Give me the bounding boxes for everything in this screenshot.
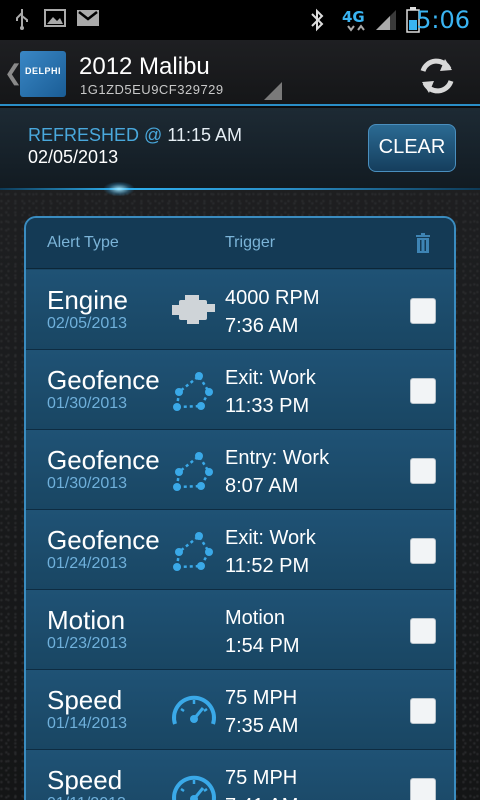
refreshed-prefix: REFRESHED @ — [28, 125, 163, 145]
alert-time: 7:36 AM — [225, 315, 299, 337]
alert-row[interactable]: Geofence 01/24/2013 Exit: Work 11:52 PM — [26, 510, 454, 590]
alert-type: Motion — [47, 605, 126, 635]
alert-row[interactable]: Speed01/11/2013 75 MPH 7:41 AM — [26, 750, 454, 800]
alert-time: 7:35 AM — [225, 715, 299, 737]
alert-date: 02/05/2013 — [47, 315, 128, 332]
alert-date: 01/24/2013 — [47, 555, 128, 572]
geofence-icon — [169, 366, 219, 414]
image-icon — [44, 9, 66, 27]
alert-trigger: Motion — [225, 607, 286, 629]
alert-time: 11:33 PM — [225, 395, 310, 417]
refreshed-time: 11:15 AM — [167, 125, 243, 145]
alert-time: 7:41 AM — [225, 795, 298, 800]
refreshed-date: 02/05/2013 — [28, 147, 119, 167]
alert-type: Engine — [47, 285, 128, 315]
column-alert-type: Alert Type — [47, 234, 119, 251]
geofence-icon — [169, 526, 219, 574]
engine-icon — [169, 286, 219, 334]
alert-time: 11:52 PM — [225, 555, 310, 577]
alert-trigger: 4000 RPM — [225, 287, 320, 309]
alert-trigger: Exit: Work — [225, 527, 316, 549]
alert-date: 01/11/2013 — [47, 795, 126, 800]
logo-text: DELPHI — [24, 66, 61, 76]
alert-time: 8:07 AM — [225, 475, 299, 497]
vehicle-dropdown-icon[interactable] — [264, 82, 282, 100]
alert-select-checkbox[interactable] — [410, 778, 436, 800]
alert-type: Geofence — [47, 365, 160, 395]
alert-trigger: 75 MPH — [225, 767, 298, 789]
clear-button[interactable]: CLEAR — [368, 124, 456, 172]
4g-icon: 4G — [342, 8, 365, 32]
refresh-icon[interactable] — [414, 53, 460, 99]
alert-date: 01/23/2013 — [47, 635, 128, 652]
glow-highlight — [104, 182, 134, 196]
alert-row[interactable]: Geofence 01/30/2013 Exit: Work 11:33 PM — [26, 350, 454, 430]
alert-type: Geofence — [47, 445, 160, 475]
alert-date: 01/30/2013 — [47, 475, 128, 492]
status-bar: 4G 5:06 — [0, 0, 480, 40]
vehicle-vin: 1G1ZD5EU9CF329729 — [80, 82, 224, 97]
gmail-icon — [77, 10, 99, 26]
alert-select-checkbox[interactable] — [410, 538, 436, 564]
alert-type: Geofence — [47, 525, 160, 555]
refreshed-label: REFRESHED @ 11:15 AM — [28, 125, 242, 146]
alerts-panel: Alert Type Trigger Engine 02/05/2013 4000 … — [24, 216, 456, 800]
alert-date: 01/30/2013 — [47, 395, 128, 412]
delphi-logo[interactable]: DELPHI — [20, 51, 66, 97]
speedometer-icon — [169, 766, 219, 800]
alert-type: Speed — [47, 765, 123, 795]
usb-icon — [16, 9, 28, 30]
alert-row[interactable]: Motion 01/23/2013 Motion 1:54 PM — [26, 590, 454, 670]
alert-select-checkbox[interactable] — [410, 618, 436, 644]
alert-select-checkbox[interactable] — [410, 378, 436, 404]
alert-type: Speed — [47, 685, 123, 715]
alert-row[interactable]: Engine 02/05/2013 4000 RPM 7:36 AM — [26, 270, 454, 350]
svg-text:4G: 4G — [342, 8, 365, 26]
alert-row[interactable]: Speed 01/14/2013 75 MPH 7:35 AM — [26, 670, 454, 750]
alert-select-checkbox[interactable] — [410, 698, 436, 724]
alert-time: 1:54 PM — [225, 635, 300, 657]
alert-date: 01/14/2013 — [47, 715, 128, 732]
trash-icon[interactable] — [415, 233, 431, 253]
alert-trigger: 75 MPH — [225, 687, 298, 709]
alert-row[interactable]: Geofence 01/30/2013 Entry: Work 8:07 AM — [26, 430, 454, 510]
alert-select-checkbox[interactable] — [410, 298, 436, 324]
alert-trigger: Entry: Work — [225, 447, 330, 469]
speedometer-icon — [169, 686, 219, 734]
alert-trigger: Exit: Work — [225, 367, 316, 389]
signal-icon — [376, 10, 396, 30]
vehicle-name[interactable]: 2012 Malibu — [79, 53, 210, 81]
alerts-table-header: Alert Type Trigger — [26, 218, 454, 269]
glow-divider — [0, 188, 480, 190]
column-trigger: Trigger — [225, 234, 276, 251]
geofence-icon — [169, 446, 219, 494]
alert-select-checkbox[interactable] — [410, 458, 436, 484]
bluetooth-icon — [311, 8, 324, 32]
app-header: ❮ DELPHI 2012 Malibu 1G1ZD5EU9CF329729 — [0, 40, 480, 106]
status-clock: 5:06 — [416, 6, 470, 34]
